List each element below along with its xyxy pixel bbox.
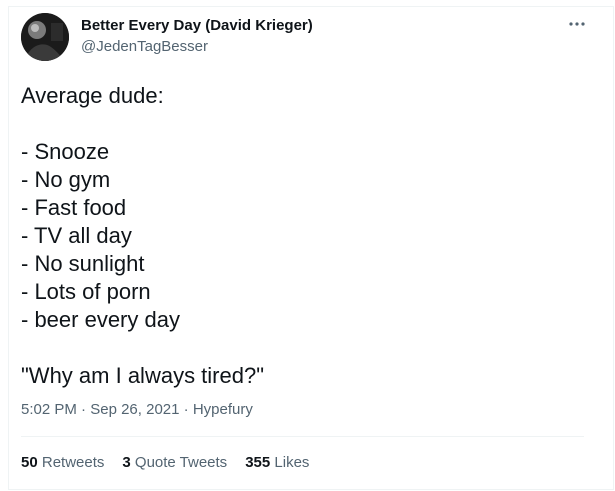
tweet-text-line: "Why am I always tired?" — [21, 363, 265, 388]
tweet-text-line: - TV all day — [21, 223, 132, 248]
more-horizontal-icon — [569, 22, 585, 26]
tweet-text-line: - beer every day — [21, 307, 180, 332]
likes-stat[interactable]: 355 Likes — [245, 454, 309, 471]
likes-count: 355 — [245, 454, 271, 471]
tweet-source[interactable]: Hypefury — [193, 401, 253, 418]
author-handle[interactable]: @JedenTagBesser — [81, 38, 208, 55]
tweet-text-line: - Fast food — [21, 195, 127, 220]
quote-tweets-stat[interactable]: 3 Quote Tweets — [122, 454, 227, 471]
tweet-time[interactable]: 5:02 PM — [21, 401, 77, 418]
more-options-button[interactable] — [566, 15, 588, 33]
tweet-text-line: - No sunlight — [21, 251, 145, 276]
retweets-count: 50 — [21, 454, 38, 471]
avatar-photo — [21, 13, 69, 61]
likes-label: Likes — [274, 454, 310, 471]
meta-separator: · — [81, 401, 87, 418]
tweet-text-line: - Snooze — [21, 139, 110, 164]
tweet-body: Average dude: - Snooze - No gym - Fast f… — [21, 82, 581, 390]
tweet-date[interactable]: Sep 26, 2021 — [90, 401, 179, 418]
tweet-text-line: - No gym — [21, 167, 111, 192]
author-display-name[interactable]: Better Every Day (David Krieger) — [81, 17, 313, 34]
tweet-text-line: Average dude: — [21, 83, 164, 108]
tweet-meta: 5:02 PM · Sep 26, 2021 · Hypefury — [21, 401, 253, 418]
meta-separator: · — [183, 401, 189, 418]
quote-tweets-count: 3 — [122, 454, 131, 471]
tweet-text-line: - Lots of porn — [21, 279, 151, 304]
retweets-stat[interactable]: 50 Retweets — [21, 454, 104, 471]
engagement-stats: 50 Retweets 3 Quote Tweets 355 Likes — [21, 454, 309, 471]
avatar[interactable] — [21, 13, 69, 61]
retweets-label: Retweets — [41, 454, 105, 471]
divider — [21, 436, 584, 437]
quote-tweets-label: Quote Tweets — [134, 454, 228, 471]
